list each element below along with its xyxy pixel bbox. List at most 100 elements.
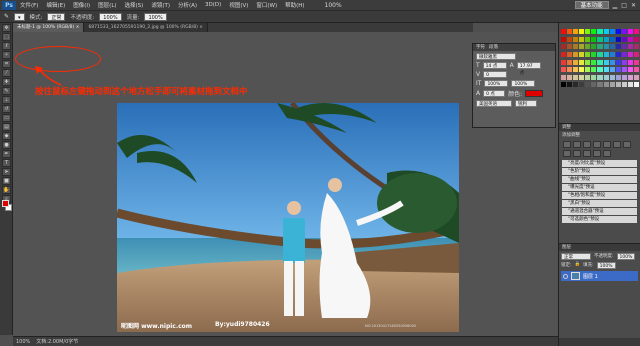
crop-tool-icon[interactable]: ⌗ bbox=[2, 60, 11, 68]
color-swatch[interactable] bbox=[633, 44, 639, 50]
wedding-photo[interactable]: 昵图网 www.nipic.com By:yudi9780426 NO:2013… bbox=[117, 103, 459, 332]
horizontal-scale-field[interactable]: 100% bbox=[511, 80, 536, 87]
color-swatch[interactable] bbox=[567, 67, 573, 73]
color-swatch[interactable] bbox=[561, 82, 567, 88]
color-swatch[interactable] bbox=[561, 59, 567, 65]
color-swatch[interactable] bbox=[621, 51, 627, 57]
color-swatch[interactable] bbox=[633, 82, 639, 88]
color-swatch[interactable] bbox=[609, 67, 615, 73]
preset-item[interactable]: "可选颜色"预设 bbox=[562, 216, 637, 223]
blend-mode-select[interactable]: 正常 bbox=[561, 253, 591, 260]
menu-file[interactable]: 文件(F) bbox=[20, 1, 38, 9]
lasso-tool-icon[interactable]: ℓ bbox=[2, 42, 11, 50]
preset-item[interactable]: "曝光度"预设 bbox=[562, 184, 637, 191]
color-swatch[interactable] bbox=[585, 74, 591, 80]
leading-field[interactable]: 17.97 点 bbox=[516, 62, 541, 76]
text-color-swatch[interactable] bbox=[525, 90, 544, 97]
maximize-icon[interactable]: □ bbox=[621, 2, 627, 9]
color-swatch[interactable] bbox=[621, 44, 627, 50]
color-swatch[interactable] bbox=[585, 44, 591, 50]
color-swatch[interactable] bbox=[609, 29, 615, 34]
color-swatch[interactable] bbox=[597, 67, 603, 73]
menu-view[interactable]: 视图(V) bbox=[229, 1, 248, 9]
color-swatch[interactable] bbox=[615, 51, 621, 57]
shape-tool-icon[interactable]: ■ bbox=[2, 177, 11, 185]
color-swatch[interactable] bbox=[615, 74, 621, 80]
minimize-icon[interactable]: ▁ bbox=[613, 2, 618, 9]
adjustments-title[interactable]: 调整 bbox=[559, 124, 640, 131]
color-swatch[interactable] bbox=[609, 36, 615, 42]
color-swatch[interactable] bbox=[621, 36, 627, 42]
color-swatch[interactable] bbox=[633, 74, 639, 80]
color-swatch[interactable] bbox=[627, 74, 633, 80]
tab-photo-jpg[interactable]: 6871533_162705591190_2.jpg @ 100% (RGB/8… bbox=[84, 23, 209, 32]
color-swatch[interactable] bbox=[597, 44, 603, 50]
color-swatch[interactable] bbox=[567, 74, 573, 80]
layer-opacity-field[interactable]: 100% bbox=[616, 253, 636, 260]
font-size-field[interactable]: 14 点 bbox=[482, 62, 507, 69]
color-swatch[interactable] bbox=[627, 67, 633, 73]
preset-item[interactable]: "色相/饱和度"预设 bbox=[562, 192, 637, 199]
color-swatch[interactable] bbox=[597, 59, 603, 65]
status-zoom[interactable]: 100% bbox=[16, 339, 30, 345]
color-swatch[interactable] bbox=[573, 44, 579, 50]
magic-wand-tool-icon[interactable]: ✧ bbox=[2, 51, 11, 59]
levels-icon[interactable] bbox=[573, 141, 581, 148]
antialias-select[interactable]: 锐利 bbox=[515, 100, 537, 107]
menu-analysis[interactable]: 分析(A) bbox=[178, 1, 197, 9]
invert-icon[interactable] bbox=[593, 150, 601, 157]
color-swatch[interactable] bbox=[603, 44, 609, 50]
color-swatch[interactable] bbox=[567, 36, 573, 42]
swatch-grid[interactable] bbox=[561, 29, 639, 89]
hand-tool-icon[interactable]: ✋ bbox=[2, 186, 11, 194]
stamp-tool-icon[interactable]: ⊥ bbox=[2, 96, 11, 104]
gradient-tool-icon[interactable]: ▤ bbox=[2, 123, 11, 131]
color-swatch[interactable] bbox=[603, 29, 609, 34]
curves-icon[interactable] bbox=[583, 141, 591, 148]
menu-filter[interactable]: 滤镜(T) bbox=[151, 1, 170, 9]
color-swatch[interactable] bbox=[603, 51, 609, 57]
brush-icon[interactable]: ✎ bbox=[4, 13, 9, 20]
color-swatch[interactable] bbox=[603, 82, 609, 88]
color-swatch[interactable] bbox=[609, 44, 615, 50]
tracking-field[interactable]: 0 bbox=[483, 71, 508, 78]
color-swatch[interactable] bbox=[621, 67, 627, 73]
path-select-tool-icon[interactable]: ➤ bbox=[2, 168, 11, 176]
color-swatch[interactable] bbox=[627, 44, 633, 50]
color-swatch[interactable] bbox=[567, 51, 573, 57]
color-swatch[interactable] bbox=[579, 51, 585, 57]
layer-row[interactable]: 图层 1 bbox=[561, 271, 638, 281]
layers-title[interactable]: 图层 bbox=[559, 244, 640, 251]
menu-edit[interactable]: 编辑(E) bbox=[46, 1, 65, 9]
color-swatch[interactable] bbox=[561, 74, 567, 80]
color-swatch[interactable] bbox=[621, 29, 627, 34]
brush-tool-icon[interactable]: ✎ bbox=[2, 87, 11, 95]
language-select[interactable]: 美国英语 bbox=[476, 100, 512, 107]
color-swatch[interactable] bbox=[579, 67, 585, 73]
color-swatch[interactable] bbox=[609, 74, 615, 80]
preset-item[interactable]: "通道混合器"预设 bbox=[562, 208, 637, 215]
menu-help[interactable]: 帮助(H) bbox=[285, 1, 304, 9]
color-swatch[interactable] bbox=[603, 59, 609, 65]
brush-preset-picker[interactable]: ▾ bbox=[14, 12, 25, 21]
eraser-tool-icon[interactable]: ▭ bbox=[2, 114, 11, 122]
color-swatch[interactable] bbox=[603, 67, 609, 73]
blur-tool-icon[interactable]: ◆ bbox=[2, 132, 11, 140]
color-swatch[interactable] bbox=[597, 51, 603, 57]
posterize-icon[interactable] bbox=[603, 150, 611, 157]
color-swatch[interactable] bbox=[591, 51, 597, 57]
color-swatch[interactable] bbox=[579, 29, 585, 34]
color-swatch[interactable] bbox=[579, 44, 585, 50]
color-swatch[interactable] bbox=[597, 29, 603, 34]
tab-untitled-1[interactable]: 未标题-1 @ 100% (RGB/8) × bbox=[13, 23, 85, 32]
color-swatch[interactable] bbox=[591, 44, 597, 50]
color-swatch[interactable] bbox=[561, 44, 567, 50]
black-white-icon[interactable] bbox=[563, 150, 571, 157]
color-swatch[interactable] bbox=[597, 82, 603, 88]
color-balance-icon[interactable] bbox=[623, 141, 631, 148]
color-swatch[interactable] bbox=[597, 74, 603, 80]
color-swatch[interactable] bbox=[627, 82, 633, 88]
color-swatch[interactable] bbox=[573, 74, 579, 80]
color-swatch[interactable] bbox=[597, 36, 603, 42]
color-swatch[interactable] bbox=[609, 51, 615, 57]
